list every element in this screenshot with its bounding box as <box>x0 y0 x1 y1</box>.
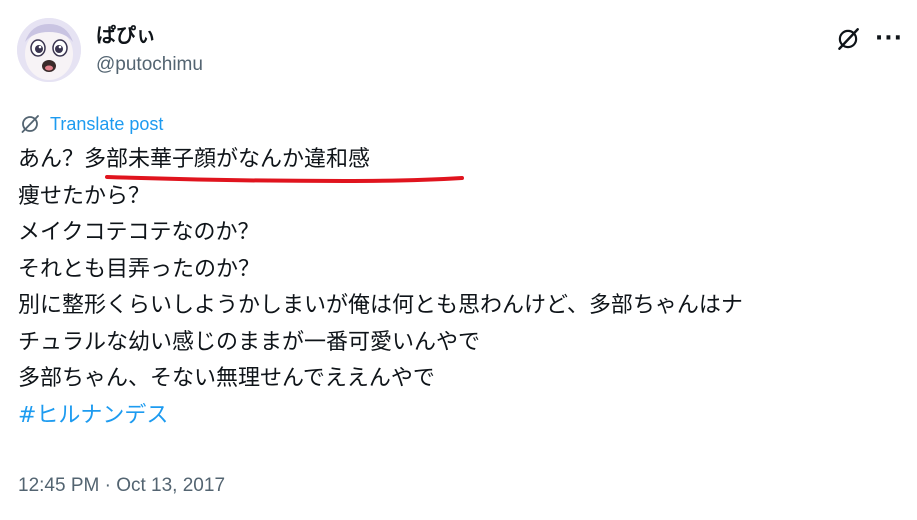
post-line: 痩せたから？ <box>18 183 151 209</box>
anime-avatar-icon <box>17 18 81 82</box>
post-actions: ··· <box>835 26 903 52</box>
post-line: 多部ちゃん、そない無理せんでええんやで <box>18 366 435 391</box>
translate-post-link[interactable]: Translate post <box>18 112 163 136</box>
translate-icon <box>18 112 42 136</box>
post-line: チュラルな幼い感じのままが一番可愛いんやで <box>18 329 481 355</box>
grok-icon[interactable] <box>835 26 861 52</box>
more-icon[interactable]: ··· <box>875 28 903 50</box>
handle[interactable]: @putochimu <box>96 52 203 78</box>
avatar[interactable] <box>17 18 81 82</box>
post: ぱぴぃ @putochimu ··· Translate post あん？多部未… <box>0 0 917 520</box>
post-text-segment: あん？ <box>18 147 85 172</box>
display-name[interactable]: ぱぴぃ <box>96 22 156 48</box>
post-text: あん？多部未華子顔がなんか違和感 痩せたから？ メイクコテコテなのか？ それとも… <box>18 142 908 434</box>
post-line: メイクコテコテなのか？ <box>18 220 260 245</box>
underlined-text: 多部未華子顔がなんか違和感 <box>84 147 371 172</box>
post-line: あん？多部未華子顔がなんか違和感 <box>18 142 908 184</box>
post-timestamp[interactable]: 12:45 PM · Oct 13, 2017 <box>18 474 225 498</box>
translate-label: Translate post <box>50 114 164 134</box>
post-line: 別に整形くらいしようかしまいが俺は何とも思わんけど、多部ちゃんはナ <box>18 293 743 318</box>
hashtag-link[interactable]: #ヒルナンデス <box>18 398 908 435</box>
post-line: それとも目弄ったのか？ <box>18 256 261 282</box>
